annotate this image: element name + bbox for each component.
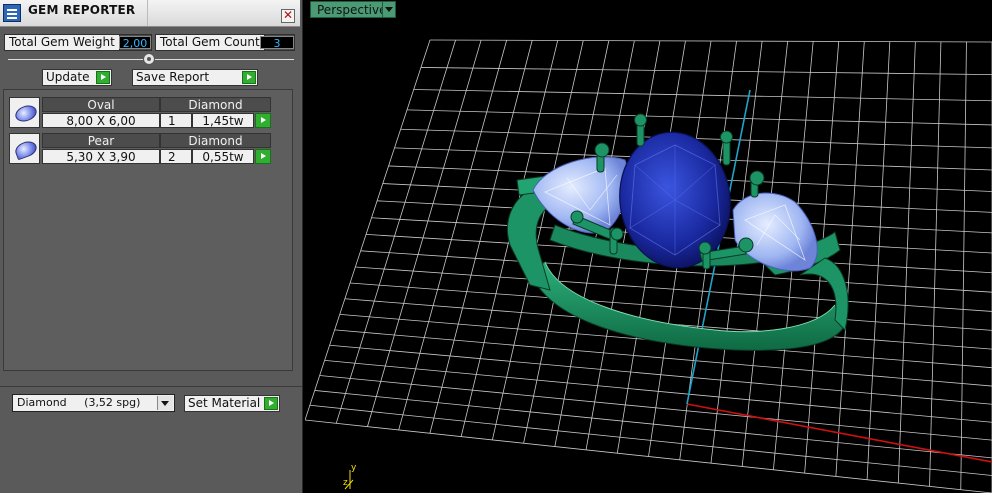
total-gem-weight: Total Gem Weight 2,00 [4,34,152,51]
set-material-button-label: Set Material [188,396,261,410]
axis-gizmo-icon: y z [343,463,357,490]
update-button-label: Update [46,70,90,84]
gem-weight: 0,55tw [192,149,254,164]
save-report-button[interactable]: Save Report [132,69,258,86]
play-arrow-icon [242,71,256,84]
grid-line-vertical [929,41,942,487]
total-gem-weight-label: Total Gem Weight [5,35,120,50]
gem-size: 5,30 X 3,90 [42,149,160,164]
total-gem-weight-value: 2,00 [119,36,151,50]
grid-line-horizontal [305,419,992,493]
gem-weight: 1,45tw [192,113,254,128]
dropdown-arrow-icon[interactable] [157,396,173,410]
total-gem-count-value: 3 [260,36,294,50]
gem-row-action-button[interactable] [255,149,271,164]
gem-row-action-button[interactable] [255,113,271,128]
panel-titlebar[interactable]: GEM REPORTER ✕ [0,0,300,27]
gem-thumbnail-icon [9,133,40,164]
axis-gizmo-z-label: z [343,478,348,488]
titlebar-divider [147,0,148,26]
grid-line-horizontal [319,375,992,441]
material-select-value: Diamond (3,52 spg) [17,396,141,409]
grid-line-vertical [335,39,456,424]
gem-size: 8,00 X 6,00 [42,113,160,128]
close-icon[interactable]: ✕ [281,9,295,23]
perspective-viewport[interactable]: y z Perspective [305,0,992,493]
x-axis-line [686,403,992,463]
grid-line-vertical [960,41,967,490]
total-gem-count-label: Total Gem Count [156,35,265,50]
app-icon [3,4,21,22]
grid-line-vertical [398,40,508,431]
grid-line-vertical [866,41,891,480]
gem-count: 2 [160,149,192,164]
gem-thumbnail-icon [9,97,40,128]
play-arrow-icon [96,71,110,84]
grid-line-horizontal [355,266,992,312]
axis-gizmo-y-label: y [351,463,357,473]
gem-shape: Pear [42,133,160,148]
panel-splitter-handle[interactable] [143,53,155,65]
panel-divider [0,386,302,387]
view-mode-dropdown[interactable]: Perspective [310,1,396,18]
viewport-scene[interactable]: y z [305,0,992,493]
grid-line-horizontal [324,360,992,423]
total-gem-count: Total Gem Count 3 [155,34,295,51]
save-report-button-label: Save Report [136,70,210,84]
grid-line-vertical [305,39,431,421]
update-button[interactable]: Update [42,69,112,86]
grid-line-horizontal [329,344,992,405]
play-arrow-icon [264,397,278,410]
grid-line-horizontal [309,404,992,476]
grid-line-vertical [367,40,482,427]
dropdown-arrow-icon[interactable] [382,2,395,17]
gem-count: 1 [160,113,192,128]
view-mode-label: Perspective [317,3,387,17]
material-select[interactable]: Diamond (3,52 spg) [12,394,175,412]
gem-material: Diamond [160,97,271,112]
grid-line-vertical [835,41,865,477]
gem-material: Diamond [160,133,271,148]
panel-title: GEM REPORTER [28,3,136,17]
gem-row-oval[interactable]: Oval Diamond 8,00 X 6,00 1 1,45tw [9,97,271,128]
set-material-button[interactable]: Set Material [184,395,280,412]
gem-reporter-panel: GEM REPORTER ✕ Total Gem Weight 2,00 Tot… [0,0,303,493]
gem-row-pear[interactable]: Pear Diamond 5,30 X 3,90 2 0,55tw [9,133,271,164]
grid-line-horizontal [314,390,992,459]
perspective-grid [305,39,992,493]
gem-shape: Oval [42,97,160,112]
gem-list: Oval Diamond 8,00 X 6,00 1 1,45tw Pear D… [3,89,293,371]
grid-line-vertical [897,41,916,484]
